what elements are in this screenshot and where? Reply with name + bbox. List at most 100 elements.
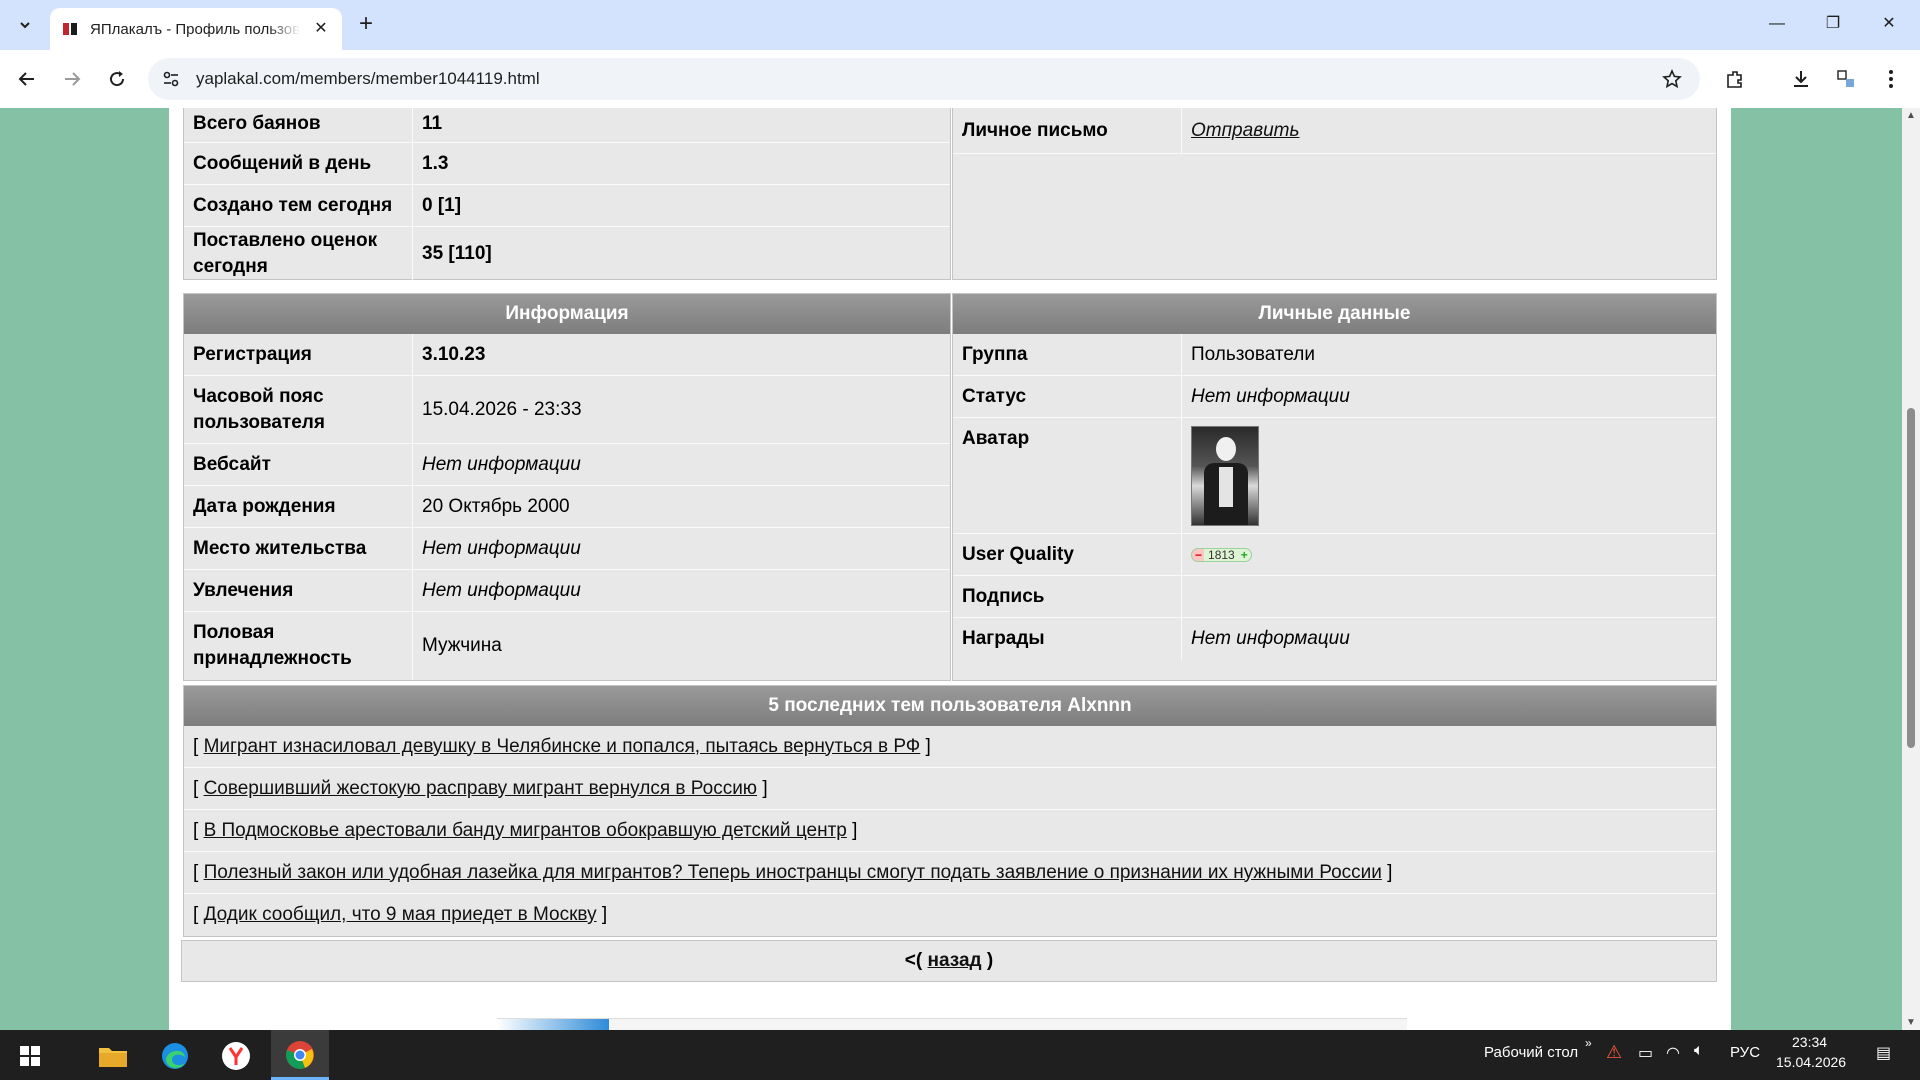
clock-date[interactable]: 15.04.2026 bbox=[1776, 1054, 1846, 1070]
personal-panel: Личные данные Группа Пользователи Статус… bbox=[952, 293, 1717, 681]
arrow-left-icon bbox=[18, 72, 34, 86]
close-tab-icon[interactable]: ✕ bbox=[312, 20, 330, 38]
stats-label: Сообщений в день bbox=[184, 143, 413, 184]
volume-icon[interactable]: 🔈︎ bbox=[1694, 1042, 1704, 1060]
reload-icon bbox=[110, 71, 125, 87]
tab-title: ЯПлакалъ - Профиль пользователя bbox=[90, 20, 300, 38]
reload-button[interactable] bbox=[102, 64, 132, 94]
footer-banner-strip bbox=[497, 1018, 1407, 1030]
personal-row: Группа Пользователи bbox=[953, 334, 1716, 376]
awards-label: Награды bbox=[953, 618, 1182, 660]
file-explorer-button[interactable] bbox=[87, 1035, 139, 1077]
info-label: Половая принадлежность bbox=[184, 612, 413, 680]
info-label: Место жительства bbox=[184, 528, 413, 569]
browser-tab-strip: ЯПлакалъ - Профиль пользователя ✕ + — ❐ … bbox=[0, 0, 1920, 50]
back-button[interactable] bbox=[12, 64, 42, 94]
translate-icon[interactable] bbox=[1831, 64, 1861, 94]
restore-button[interactable]: ❐ bbox=[1810, 8, 1856, 40]
notifications-icon[interactable]: ▤ bbox=[1876, 1043, 1891, 1063]
download-icon[interactable] bbox=[1786, 64, 1816, 94]
scroll-down-icon[interactable]: ▼ bbox=[1906, 1017, 1916, 1028]
info-value: Нет информации bbox=[422, 453, 581, 475]
bookmark-star-icon[interactable] bbox=[1660, 67, 1684, 91]
active-tab[interactable]: ЯПлакалъ - Профиль пользователя ✕ bbox=[50, 8, 342, 50]
signature-value bbox=[1182, 576, 1716, 617]
topic-item: [ Совершивший жестокую расправу мигрант … bbox=[184, 768, 1716, 810]
tab-search-button[interactable] bbox=[10, 11, 40, 39]
close-window-button[interactable]: ✕ bbox=[1866, 8, 1912, 40]
avatar-label: Аватар bbox=[953, 418, 1182, 533]
url-text[interactable]: yaplakal.com/members/member1044119.html bbox=[196, 69, 540, 89]
site-info-icon[interactable] bbox=[160, 68, 182, 90]
arrow-right-icon bbox=[65, 72, 81, 86]
new-tab-button[interactable]: + bbox=[352, 11, 380, 39]
info-row: Регистрация 3.10.23 bbox=[184, 334, 950, 376]
info-value: Нет информации bbox=[422, 537, 581, 559]
info-label: Увлечения bbox=[184, 570, 413, 611]
desktop-label[interactable]: Рабочий стол bbox=[1484, 1044, 1578, 1061]
browser-toolbar: yaplakal.com/members/member1044119.html bbox=[0, 50, 1920, 108]
topic-link[interactable]: В Подмосковье арестовали банду мигрантов… bbox=[204, 820, 847, 842]
back-link[interactable]: назад bbox=[928, 950, 982, 972]
chrome-icon bbox=[286, 1041, 314, 1069]
profile-page: Всего баянов 11 Сообщений в день 1.3 Соз… bbox=[169, 108, 1731, 1030]
page-viewport: Всего баянов 11 Сообщений в день 1.3 Соз… bbox=[0, 108, 1902, 1030]
topic-link[interactable]: Додик сообщил, что 9 мая приедет в Москв… bbox=[204, 904, 597, 926]
stats-row: Поставлено оценок сегодня 35 [110] bbox=[184, 227, 950, 280]
warning-icon[interactable]: ⚠ bbox=[1606, 1042, 1622, 1063]
edge-icon bbox=[162, 1043, 188, 1069]
start-button[interactable] bbox=[4, 1035, 56, 1077]
menu-kebab-icon[interactable] bbox=[1876, 64, 1906, 94]
info-value: 15.04.2026 - 23:33 bbox=[422, 398, 582, 420]
contact-panel: Личное письмо Отправить bbox=[952, 108, 1717, 280]
personal-row: Аватар bbox=[953, 418, 1716, 534]
rate-minus-button[interactable]: − bbox=[1195, 542, 1202, 568]
info-value: Мужчина bbox=[422, 635, 502, 656]
page-scrollbar[interactable]: ▲ ▼ bbox=[1902, 108, 1920, 1030]
scroll-up-icon[interactable]: ▲ bbox=[1906, 110, 1916, 121]
edge-button[interactable] bbox=[149, 1035, 201, 1077]
info-value: 3.10.23 bbox=[422, 343, 486, 365]
info-row: Место жительства Нет информации bbox=[184, 528, 950, 570]
battery-icon[interactable]: ▭ bbox=[1638, 1043, 1653, 1063]
status-value: Нет информации bbox=[1191, 385, 1350, 407]
scrollbar-thumb[interactable] bbox=[1907, 408, 1915, 748]
address-bar[interactable]: yaplakal.com/members/member1044119.html bbox=[148, 58, 1700, 100]
back-bar: <( назад ) bbox=[181, 940, 1717, 982]
network-icon[interactable]: ◠ bbox=[1666, 1043, 1680, 1063]
folder-icon bbox=[99, 1048, 127, 1067]
topic-link[interactable]: Совершивший жестокую расправу мигрант ве… bbox=[204, 778, 758, 800]
clock-time[interactable]: 23:34 bbox=[1792, 1034, 1827, 1050]
topic-link[interactable]: Мигрант изнасиловал девушку в Челябинске… bbox=[204, 736, 921, 758]
windows-logo-icon bbox=[20, 1046, 40, 1066]
awards-value: Нет информации bbox=[1191, 628, 1350, 649]
forward-button[interactable] bbox=[57, 64, 87, 94]
minimize-button[interactable]: — bbox=[1754, 8, 1800, 40]
personal-row: Награды Нет информации bbox=[953, 618, 1716, 660]
stats-value: 0 [1] bbox=[422, 194, 462, 216]
avatar bbox=[1191, 426, 1259, 526]
topic-item: [ Полезный закон или удобная лазейка для… bbox=[184, 852, 1716, 894]
topic-item: [ Додик сообщил, что 9 мая приедет в Мос… bbox=[193, 904, 608, 926]
info-row: Половая принадлежность Мужчина bbox=[184, 612, 950, 680]
chrome-taskbar-button[interactable] bbox=[271, 1030, 329, 1080]
stats-row: Сообщений в день 1.3 bbox=[184, 143, 950, 185]
stats-value: 1.3 bbox=[422, 152, 449, 174]
info-panel: Информация Регистрация 3.10.23 Часовой п… bbox=[183, 293, 951, 681]
rate-plus-button[interactable]: + bbox=[1241, 542, 1248, 568]
stats-row: Создано тем сегодня 0 [1] bbox=[184, 185, 950, 227]
extensions-icon[interactable] bbox=[1720, 64, 1750, 94]
user-quality-cell: − 1813 + bbox=[1182, 534, 1716, 575]
send-message-link[interactable]: Отправить bbox=[1182, 108, 1716, 153]
yandex-icon bbox=[222, 1042, 250, 1070]
personal-header: Личные данные bbox=[953, 294, 1716, 334]
topics-header: 5 последних тем пользователя Alxnnn bbox=[184, 686, 1716, 726]
show-hidden-icons-chevron-icon[interactable]: » bbox=[1585, 1036, 1592, 1050]
info-row: Увлечения Нет информации bbox=[184, 570, 950, 612]
topic-link[interactable]: Полезный закон или удобная лазейка для м… bbox=[204, 862, 1382, 884]
language-indicator[interactable]: РУС bbox=[1730, 1044, 1760, 1061]
yandex-browser-button[interactable] bbox=[210, 1035, 262, 1077]
info-label: Вебсайт bbox=[184, 444, 413, 485]
info-value: 20 Октябрь 2000 bbox=[422, 495, 570, 517]
info-label: Дата рождения bbox=[184, 486, 413, 527]
